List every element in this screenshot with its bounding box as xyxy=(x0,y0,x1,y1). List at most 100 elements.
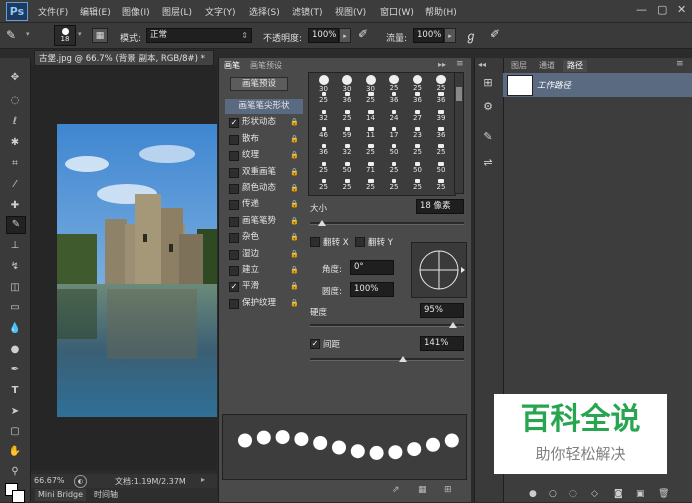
brush-option-row[interactable]: 杂色 🔒 xyxy=(225,230,303,245)
brush-picker-arrow-icon[interactable]: ▾ xyxy=(78,30,82,38)
brush-tool-icon[interactable]: ✎ xyxy=(6,28,22,44)
menu-window[interactable]: 窗口(W) xyxy=(380,5,414,18)
brush-option-row[interactable]: 传递 🔒 xyxy=(225,197,303,212)
brush-option-row[interactable]: 画笔笔势 🔒 xyxy=(225,214,303,229)
hardness-field[interactable]: 95% xyxy=(420,303,464,318)
brush-option-checkbox[interactable] xyxy=(229,151,239,162)
size-slider[interactable] xyxy=(310,222,464,225)
brush-option-checkbox[interactable] xyxy=(229,200,239,211)
pressure-opacity-icon[interactable]: ✐ xyxy=(358,27,368,41)
airbrush-icon[interactable]: ℊ xyxy=(465,27,477,44)
lock-icon[interactable]: 🔒 xyxy=(290,148,299,163)
brush-picker[interactable]: 18 xyxy=(54,25,76,46)
angle-roundness-widget[interactable] xyxy=(411,242,467,298)
lock-icon[interactable]: 🔒 xyxy=(290,165,299,180)
flow-field[interactable]: 100% xyxy=(413,28,444,43)
tab-brush[interactable]: 画笔 xyxy=(220,60,244,72)
menu-filter[interactable]: 滤镜(T) xyxy=(292,5,323,18)
brush-option-row[interactable]: 建立 🔒 xyxy=(225,263,303,278)
hardness-slider-knob[interactable] xyxy=(448,322,457,328)
brush-tip[interactable]: 25 xyxy=(336,178,359,198)
brush-option-checkbox[interactable] xyxy=(229,167,239,178)
brush-option-checkbox[interactable]: ✓ xyxy=(229,118,239,129)
hand-tool-icon[interactable]: ✋ xyxy=(6,444,24,460)
fill-path-icon[interactable]: ● xyxy=(529,489,537,499)
lock-icon[interactable]: 🔒 xyxy=(290,279,299,294)
zoom-readout[interactable]: 66.67% xyxy=(34,476,65,485)
clone-stamp-tool-icon[interactable]: ⊥ xyxy=(6,238,24,254)
blur-tool-icon[interactable]: 💧 xyxy=(6,321,24,337)
dock-collapse-icon[interactable]: ◂◂ xyxy=(478,60,486,69)
hardness-slider[interactable] xyxy=(310,324,464,327)
angle-field[interactable]: 0° xyxy=(350,260,394,275)
brush-option-checkbox[interactable] xyxy=(229,249,239,260)
tool-preset-arrow-icon[interactable]: ▾ xyxy=(26,30,30,38)
brush-grid-scrollbar[interactable] xyxy=(454,72,464,194)
brush-option-row[interactable]: 双重画笔 🔒 xyxy=(225,165,303,180)
type-tool-icon[interactable]: T xyxy=(6,383,24,399)
delete-path-icon[interactable]: 🗑 xyxy=(658,489,669,499)
brush-option-row[interactable]: 保护纹理 🔒 xyxy=(225,296,303,311)
eyedropper-tool-icon[interactable]: ⁄ xyxy=(6,177,24,193)
brush-option-checkbox[interactable] xyxy=(229,266,239,276)
tab-timeline[interactable]: 时间轴 xyxy=(91,489,121,501)
brush-tip[interactable]: 25 xyxy=(430,178,453,198)
lock-icon[interactable]: 🔒 xyxy=(290,230,299,245)
roundness-field[interactable]: 100% xyxy=(350,282,394,297)
history-brush-tool-icon[interactable]: ↯ xyxy=(6,259,24,275)
lock-icon[interactable]: 🔒 xyxy=(290,296,299,311)
status-info-icon[interactable]: ◐ xyxy=(74,475,87,488)
minimize-button[interactable]: — xyxy=(636,3,647,16)
menu-help[interactable]: 帮助(H) xyxy=(425,5,457,18)
flow-dropdown-icon[interactable]: ▸ xyxy=(444,28,456,43)
brush-option-row[interactable]: ✓ 形状动态 🔒 xyxy=(225,115,303,130)
spacing-field[interactable]: 141% xyxy=(420,336,464,351)
spacing-checkbox[interactable]: ✓ xyxy=(310,339,320,349)
lock-icon[interactable]: 🔒 xyxy=(290,181,299,196)
brush-option-row[interactable]: 湿边 🔒 xyxy=(225,247,303,262)
document-tab[interactable]: 古堡.jpg @ 66.7% (背景 副本, RGB/8#) * xyxy=(34,50,214,66)
lock-icon[interactable]: 🔒 xyxy=(290,247,299,262)
brush-option-row[interactable]: 画笔笔尖形状 xyxy=(225,99,303,114)
dodge-tool-icon[interactable]: ● xyxy=(6,342,24,358)
brush-tool-icon-active[interactable]: ✎ xyxy=(6,216,26,234)
magic-wand-tool-icon[interactable]: ✱ xyxy=(6,135,24,151)
brush-option-row[interactable]: ✓ 平滑 🔒 xyxy=(225,279,303,294)
menu-layer[interactable]: 图层(L) xyxy=(162,5,192,18)
menu-image[interactable]: 图像(I) xyxy=(122,5,150,18)
pressure-size-icon[interactable]: ✐ xyxy=(490,27,500,41)
properties-panel-icon[interactable]: ⚙ xyxy=(479,100,497,116)
brush-option-row[interactable]: 纹理 🔒 xyxy=(225,148,303,163)
new-path-icon[interactable]: ▣ xyxy=(636,489,645,499)
menu-view[interactable]: 视图(V) xyxy=(335,5,366,18)
opacity-dropdown-icon[interactable]: ▸ xyxy=(339,28,351,43)
brush-option-row[interactable]: 颜色动态 🔒 xyxy=(225,181,303,196)
path-selection-tool-icon[interactable]: ➤ xyxy=(6,404,24,420)
mode-select[interactable]: 正常 ⇕ xyxy=(146,28,252,43)
opacity-field[interactable]: 100% xyxy=(308,28,339,43)
stroke-path-icon[interactable]: ○ xyxy=(549,489,557,499)
size-field[interactable]: 18 像素 xyxy=(416,199,464,214)
close-button[interactable]: ✕ xyxy=(677,3,686,16)
pen-tool-icon[interactable]: ✒ xyxy=(6,362,24,378)
move-tool-icon[interactable]: ✥ xyxy=(6,70,24,86)
lock-icon[interactable]: 🔒 xyxy=(290,214,299,229)
tab-paths[interactable]: 路径 xyxy=(563,60,587,72)
brush-presets-button[interactable]: 画笔预设 xyxy=(230,77,288,91)
brush-option-row[interactable]: 散布 🔒 xyxy=(225,132,303,147)
brush-option-checkbox[interactable] xyxy=(229,233,239,244)
tab-layers[interactable]: 图层 xyxy=(507,60,531,72)
tab-channels[interactable]: 通道 xyxy=(535,60,559,72)
brush-add-icon[interactable]: ⇗ xyxy=(392,485,400,495)
layers-panel-menu-icon[interactable]: ≡ xyxy=(676,59,684,69)
healing-brush-tool-icon[interactable]: ✚ xyxy=(6,198,24,214)
lock-icon[interactable]: 🔒 xyxy=(290,132,299,147)
marquee-tool-icon[interactable]: ◌ xyxy=(6,93,24,109)
gradient-tool-icon[interactable]: ▭ xyxy=(6,300,24,316)
lasso-tool-icon[interactable]: ℓ xyxy=(6,114,24,130)
status-menu-arrow-icon[interactable]: ▸ xyxy=(201,475,205,484)
load-selection-icon[interactable]: ◌ xyxy=(569,489,577,499)
brush-tip[interactable]: 25 xyxy=(383,178,406,198)
menu-type[interactable]: 文字(Y) xyxy=(205,5,236,18)
lock-icon[interactable]: 🔒 xyxy=(290,197,299,212)
